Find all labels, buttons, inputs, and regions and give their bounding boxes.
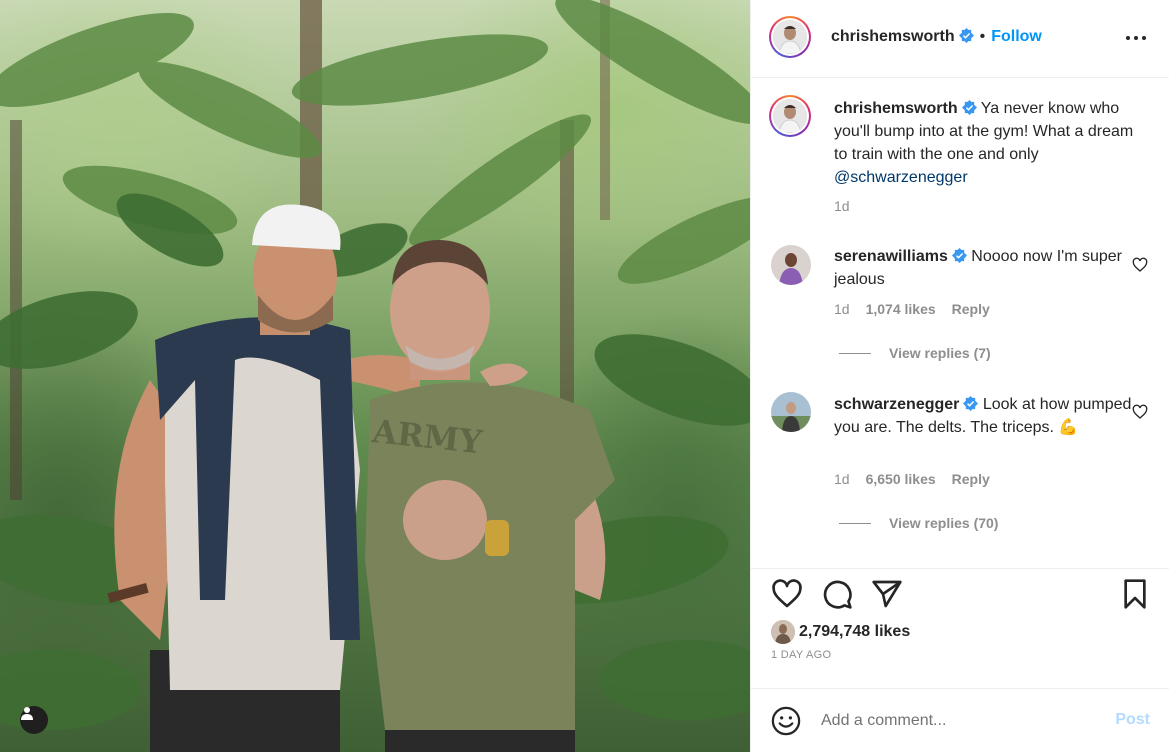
comment-input[interactable] [821,707,1101,735]
more-options-button[interactable] [1124,26,1148,50]
post-comment-button[interactable]: Post [1115,711,1150,729]
comment-avatar-serenawilliams[interactable] [771,245,811,285]
caption-avatar-image [773,99,807,133]
caption-mention-link[interactable]: @schwarzenegger [834,169,968,186]
author-username[interactable]: chrishemsworth [831,28,955,45]
comment-likes[interactable]: 6,650 likes [866,471,936,487]
person-right: ARMY [365,240,615,752]
smiley-icon[interactable] [771,706,801,736]
comment-username[interactable]: schwarzenegger [834,396,959,413]
likes-summary[interactable]: 2,794,748 likes [771,620,910,644]
post-photo[interactable]: ARMY [0,0,750,752]
comment-like-heart-icon[interactable] [1132,404,1148,420]
reply-button[interactable]: Reply [952,301,990,317]
user-tag-icon [21,707,33,720]
comments-list[interactable]: chrishemsworth Ya never know who you'll … [751,79,1169,569]
photo-illustration: ARMY [0,0,750,752]
replies-divider-line [839,352,871,354]
view-replies-label: View replies (70) [889,515,999,531]
comment-text: serenawilliams Noooo now I'm super jealo… [834,245,1134,291]
view-replies-button[interactable]: View replies (7) [839,345,991,361]
comment-composer: Post [751,688,1169,752]
post-side-panel: chrishemsworth • Follow chrishemsworth Y… [750,0,1169,752]
comment-meta: 1d 1,074 likes Reply [834,301,990,317]
follow-button[interactable]: Follow [991,28,1042,45]
verified-badge-icon [951,248,967,263]
verified-badge-icon [963,396,979,411]
comment-username[interactable]: serenawilliams [834,248,948,265]
caption-text: chrishemsworth Ya never know who you'll … [834,97,1134,189]
paper-plane-icon[interactable] [871,578,903,610]
post-header: chrishemsworth • Follow [751,0,1169,78]
comment-avatar-schwarzenegger[interactable] [771,392,811,432]
comment-time: 1d [834,301,850,317]
bookmark-icon[interactable] [1119,578,1151,610]
caption-time: 1d [834,198,850,214]
author-avatar-image [773,20,807,54]
more-horizontal-icon [1126,36,1146,40]
likes-count[interactable]: 2,794,748 likes [799,623,910,641]
view-replies-label: View replies (7) [889,345,991,361]
comment-likes[interactable]: 1,074 likes [866,301,936,317]
heart-icon[interactable] [771,578,803,610]
liked-by-avatar-image [771,620,795,644]
post-timestamp[interactable]: 1 DAY AGO [771,649,831,661]
comment-avatar-image [771,245,811,285]
user-tag-button[interactable] [20,706,48,734]
reply-button[interactable]: Reply [952,471,990,487]
verified-badge-icon [958,28,974,43]
separator-dot: • [979,28,986,45]
comment-like-heart-icon[interactable] [1132,257,1148,273]
comment-meta: 1d 6,650 likes Reply [834,471,990,487]
comment-time: 1d [834,471,850,487]
author-avatar[interactable] [769,16,811,58]
liked-by-avatar [771,620,795,644]
comment-text: schwarzenegger Look at how pumped you ar… [834,393,1134,439]
caption-username[interactable]: chrishemsworth [834,100,958,117]
comment-avatar-image [771,392,811,432]
post-actions: 2,794,748 likes 1 DAY AGO [751,568,1169,688]
comment-bubble-icon[interactable] [821,578,853,610]
verified-badge-icon [961,100,977,115]
replies-divider-line [839,522,871,524]
caption-avatar[interactable] [769,95,811,137]
flexed-biceps-emoji: 💪 [1058,419,1079,436]
view-replies-button[interactable]: View replies (70) [839,515,998,531]
